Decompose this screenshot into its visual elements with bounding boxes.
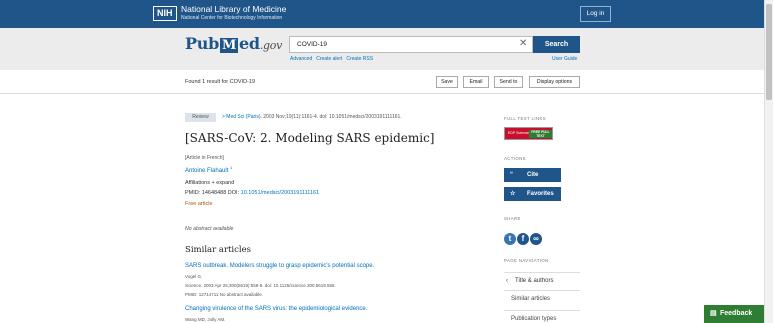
author-link[interactable]: Antoine Flahault 1 <box>185 165 232 174</box>
chat-icon: ▤ <box>710 310 717 317</box>
nih-logo[interactable]: NIH <box>153 6 177 21</box>
free-article-label: Free article <box>185 201 213 207</box>
link-icon[interactable]: ∞ <box>530 233 542 245</box>
facebook-icon[interactable]: f <box>517 233 529 245</box>
logo-m: M <box>219 38 239 53</box>
logo-pub: Pub <box>185 34 219 53</box>
affiliations-toggle[interactable]: Affiliations + expand <box>185 180 234 186</box>
similar-article-source: Science. 2003 Apr 25;300(5619):558-9. do… <box>185 283 336 288</box>
send-to-button[interactable]: Send to <box>494 76 523 88</box>
cite-label: Cite <box>527 172 539 178</box>
similar-articles-heading: Similar articles <box>185 245 252 255</box>
similar-article-author: Vogel G. <box>185 274 203 279</box>
full-text-link[interactable]: EDP Sciences FREE FULL TEXT <box>504 127 553 140</box>
advanced-link[interactable]: Advanced <box>290 56 312 62</box>
search-button[interactable]: Search <box>533 36 580 53</box>
twitter-icon[interactable]: t <box>504 233 516 245</box>
results-toolbar: Found 1 result for COVID-19 Save Email S… <box>0 70 764 94</box>
scrollbar-thumb[interactable] <box>766 4 772 100</box>
feedback-label: Feedback <box>720 310 753 317</box>
chevron-left-icon: ‹ <box>506 278 508 284</box>
nlm-title[interactable]: National Library of Medicine <box>181 5 286 14</box>
pmid-line: PMID: 14648488 DOI: 10.1051/medsci/20031… <box>185 190 319 196</box>
nih-header: NIH National Library of Medicine Nationa… <box>0 0 764 28</box>
citation-line: > Med Sci (Paris). 2003 Nov;19(11):1161-… <box>222 114 402 120</box>
nav-item-label: Publication types <box>511 316 557 322</box>
quote-icon: “ <box>510 172 513 178</box>
publisher-logo: EDP Sciences <box>508 131 531 135</box>
no-abstract-note: No abstract available <box>185 226 234 232</box>
scrollbar[interactable] <box>764 0 773 323</box>
article-title: [SARS-CoV: 2. Modeling SARS epidemic] <box>185 131 435 145</box>
display-options-button[interactable]: Display options <box>529 76 580 88</box>
clear-search-icon[interactable]: ✕ <box>519 37 527 51</box>
feedback-button[interactable]: ▤ Feedback <box>704 305 764 323</box>
create-rss-link[interactable]: Create RSS <box>346 56 373 62</box>
nav-title-authors[interactable]: ‹ Title & authors <box>504 272 580 288</box>
user-guide-link[interactable]: User Guide <box>552 56 577 62</box>
pmid-text: PMID: 14648488 DOI: <box>185 190 241 196</box>
login-button[interactable]: Log in <box>580 6 611 22</box>
create-alert-link[interactable]: Create alert <box>316 56 342 62</box>
actions-label: ACTIONS <box>504 156 526 161</box>
share-icons: t f ∞ <box>504 228 543 246</box>
share-label: SHARE <box>504 216 521 221</box>
logo-gov: .gov <box>259 39 283 52</box>
logo-ed: ed <box>239 34 260 53</box>
similar-article-title[interactable]: SARS outbreak. Modelers struggle to gras… <box>185 263 374 269</box>
author-name: Antoine Flahault <box>185 168 229 174</box>
similar-article-title[interactable]: Changing virulence of the SARS virus: th… <box>185 306 367 312</box>
favorites-label: Favorites <box>527 191 554 197</box>
language-note: [Article in French] <box>185 155 224 161</box>
nav-publication-types[interactable]: Publication types <box>504 310 580 323</box>
search-input[interactable]: COVID-19 <box>289 36 533 53</box>
favorites-button[interactable]: ☆ Favorites <box>504 187 561 201</box>
search-band: Pub Med.gov COVID-19 ✕ Search Advanced Cre… <box>0 28 764 70</box>
save-button[interactable]: Save <box>436 76 458 88</box>
results-count: Found 1 result for COVID-19 <box>185 79 256 85</box>
nav-item-label: Title & authors <box>515 278 554 284</box>
pubmed-logo[interactable]: Pub Med.gov <box>185 34 282 53</box>
citation-text: 2003 Nov;19(11):1161-4. doi: 10.1051/med… <box>261 114 402 120</box>
page-navigation-label: PAGE NAVIGATION <box>504 258 549 263</box>
author-affiliation-number: 1 <box>230 165 233 170</box>
review-badge: Review <box>185 113 216 122</box>
doi-link[interactable]: 10.1051/medsci/2003191111161 <box>241 190 320 196</box>
star-icon: ☆ <box>510 191 516 197</box>
nav-similar-articles[interactable]: Similar articles <box>504 290 580 306</box>
similar-article-author: Wang MD, Jolly AM. <box>185 317 226 322</box>
cite-button[interactable]: “ Cite <box>504 168 561 182</box>
similar-article-pmid: PMID: 12714711 No abstract available. <box>185 292 263 297</box>
journal-link[interactable]: > Med Sci (Paris). <box>222 114 262 120</box>
email-button[interactable]: Email <box>463 76 489 88</box>
nav-item-label: Similar articles <box>511 296 551 302</box>
full-text-links-label: FULL TEXT LINKS <box>504 116 546 121</box>
ncbi-subtitle: National Center for Biotechnology Inform… <box>181 15 283 21</box>
free-full-text-badge: FREE FULL TEXT <box>529 130 552 138</box>
search-links: Advanced Create alert Create RSS <box>290 56 377 62</box>
